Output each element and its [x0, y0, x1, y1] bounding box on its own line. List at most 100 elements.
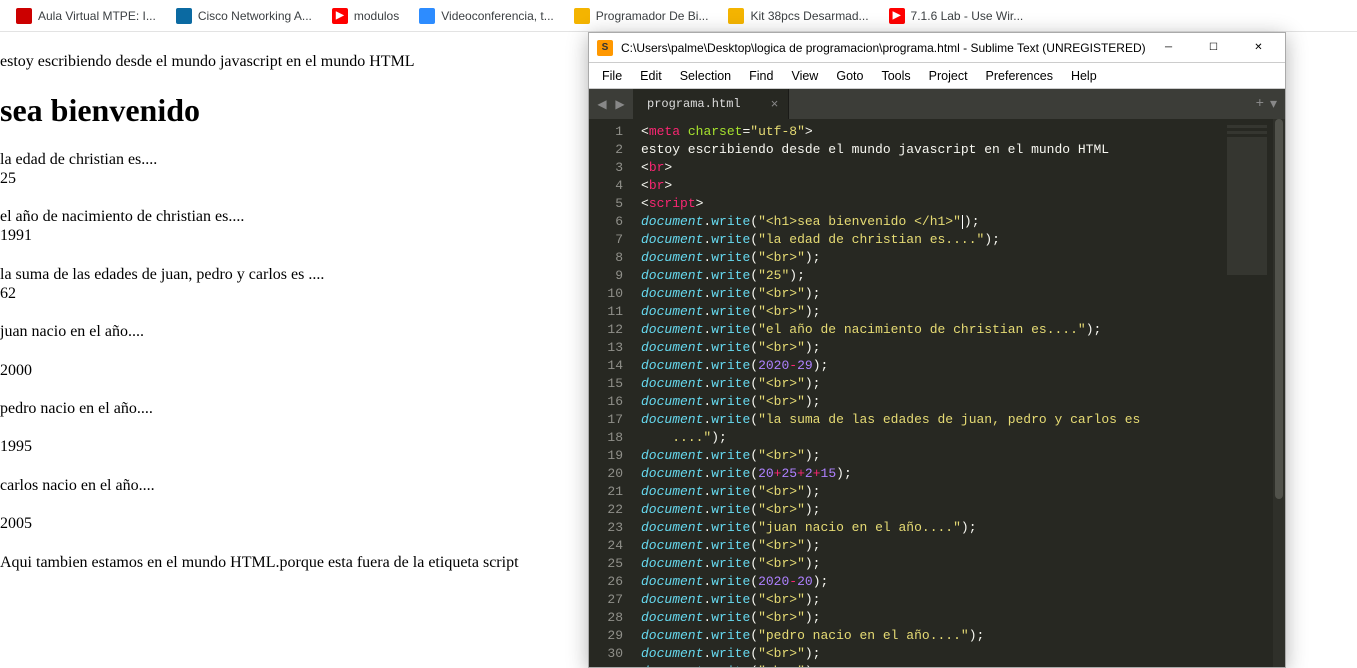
code-line[interactable]: document.write("<br>"); — [641, 375, 1221, 393]
window-minimize-button[interactable]: ─ — [1146, 34, 1191, 62]
sublime-window: S C:\Users\palme\Desktop\logica de progr… — [588, 32, 1286, 668]
bookmark-item[interactable]: Kit 38pcs Desarmad... — [720, 4, 876, 28]
code-line[interactable]: ...."); — [641, 429, 1221, 447]
code-line[interactable]: document.write("el año de nacimiento de … — [641, 321, 1221, 339]
bookmark-favicon — [176, 8, 192, 24]
bookmark-label: Aula Virtual MTPE: I... — [38, 9, 156, 23]
line-number: 19 — [589, 447, 623, 465]
menu-item-goto[interactable]: Goto — [827, 66, 872, 86]
code-line[interactable]: <br> — [641, 159, 1221, 177]
menu-item-find[interactable]: Find — [740, 66, 782, 86]
bookmarks-bar: Aula Virtual MTPE: I... Cisco Networking … — [0, 0, 1357, 32]
menu-item-project[interactable]: Project — [920, 66, 977, 86]
scrollbar[interactable] — [1273, 119, 1285, 667]
bookmark-item[interactable]: Cisco Networking A... — [168, 4, 320, 28]
bookmark-favicon — [419, 8, 435, 24]
code-line[interactable]: document.write("juan nacio en el año....… — [641, 519, 1221, 537]
code-line[interactable]: document.write("<br>"); — [641, 591, 1221, 609]
nav-back-icon[interactable]: ◀ — [593, 94, 611, 114]
tab-bar: ◀ ▶ programa.html × + ▾ — [589, 89, 1285, 119]
tab-add-icon[interactable]: + — [1256, 96, 1264, 113]
code-line[interactable]: document.write("<br>"); — [641, 339, 1221, 357]
menu-item-view[interactable]: View — [782, 66, 827, 86]
code-line[interactable]: <meta charset="utf-8"> — [641, 123, 1221, 141]
window-close-button[interactable]: ✕ — [1236, 34, 1281, 62]
nav-forward-icon[interactable]: ▶ — [611, 94, 629, 114]
code-line[interactable]: document.write("pedro nacio en el año...… — [641, 627, 1221, 645]
bookmark-favicon: ▶ — [332, 8, 348, 24]
code-line[interactable]: document.write("<br>"); — [641, 645, 1221, 663]
code-content[interactable]: <meta charset="utf-8">estoy escribiendo … — [631, 119, 1221, 667]
bookmark-label: Cisco Networking A... — [198, 9, 312, 23]
code-line[interactable]: document.write("<br>"); — [641, 483, 1221, 501]
code-line[interactable]: document.write("<br>"); — [641, 609, 1221, 627]
code-line[interactable]: <br> — [641, 177, 1221, 195]
code-line[interactable]: document.write("<br>"); — [641, 555, 1221, 573]
menu-item-tools[interactable]: Tools — [872, 66, 919, 86]
bookmark-item[interactable]: Videoconferencia, t... — [411, 4, 562, 28]
code-line[interactable]: document.write("<h1>sea bienvenido </h1>… — [641, 213, 1221, 231]
bookmark-item[interactable]: Aula Virtual MTPE: I... — [8, 4, 164, 28]
line-number: 25 — [589, 555, 623, 573]
menu-item-preferences[interactable]: Preferences — [977, 66, 1062, 86]
menu-item-file[interactable]: File — [593, 66, 631, 86]
code-line[interactable]: document.write("<br>"); — [641, 501, 1221, 519]
minimap[interactable] — [1221, 119, 1273, 667]
bookmark-item[interactable]: ▶7.1.6 Lab - Use Wir... — [881, 4, 1032, 28]
tab-dropdown-icon[interactable]: ▾ — [1270, 96, 1277, 113]
menu-item-help[interactable]: Help — [1062, 66, 1106, 86]
line-number: 14 — [589, 357, 623, 375]
line-number: 9 — [589, 267, 623, 285]
line-number: 7 — [589, 231, 623, 249]
code-line[interactable]: document.write(2020-20); — [641, 573, 1221, 591]
menu-item-edit[interactable]: Edit — [631, 66, 671, 86]
code-line[interactable]: document.write("<br>"); — [641, 663, 1221, 667]
bookmark-label: Kit 38pcs Desarmad... — [750, 9, 868, 23]
code-line[interactable]: document.write("la suma de las edades de… — [641, 411, 1221, 429]
scrollbar-thumb[interactable] — [1275, 119, 1283, 499]
line-number: 16 — [589, 393, 623, 411]
tab-label: programa.html — [647, 97, 741, 111]
line-number: 23 — [589, 519, 623, 537]
window-maximize-button[interactable]: ☐ — [1191, 34, 1236, 62]
bookmark-item[interactable]: Programador De Bi... — [566, 4, 717, 28]
line-number: 15 — [589, 375, 623, 393]
sublime-app-icon: S — [597, 40, 613, 56]
line-number: 2 — [589, 141, 623, 159]
bookmark-favicon — [728, 8, 744, 24]
code-line[interactable]: document.write("<br>"); — [641, 249, 1221, 267]
code-line[interactable]: document.write("<br>"); — [641, 447, 1221, 465]
line-number: 1 — [589, 123, 623, 141]
line-numbers: 1234567891011121314151617181920212223242… — [589, 119, 631, 667]
line-number: 21 — [589, 483, 623, 501]
line-number: 24 — [589, 537, 623, 555]
code-line[interactable]: <script> — [641, 195, 1221, 213]
line-number: 26 — [589, 573, 623, 591]
code-line[interactable]: document.write("<br>"); — [641, 393, 1221, 411]
code-line[interactable]: estoy escribiendo desde el mundo javascr… — [641, 141, 1221, 159]
line-number: 29 — [589, 627, 623, 645]
code-line[interactable]: document.write("la edad de christian es.… — [641, 231, 1221, 249]
code-line[interactable]: document.write("<br>"); — [641, 285, 1221, 303]
tab-close-icon[interactable]: × — [771, 97, 779, 112]
menu-item-selection[interactable]: Selection — [671, 66, 740, 86]
line-number: 12 — [589, 321, 623, 339]
line-number: 6 — [589, 213, 623, 231]
editor-area[interactable]: 1234567891011121314151617181920212223242… — [589, 119, 1285, 667]
tab-programa[interactable]: programa.html × — [633, 89, 789, 119]
bookmark-item[interactable]: ▶ modulos — [324, 4, 407, 28]
line-number: 22 — [589, 501, 623, 519]
sublime-titlebar[interactable]: S C:\Users\palme\Desktop\logica de progr… — [589, 33, 1285, 63]
bookmark-favicon — [574, 8, 590, 24]
code-line[interactable]: document.write("25"); — [641, 267, 1221, 285]
line-number: 30 — [589, 645, 623, 663]
code-line[interactable]: document.write("<br>"); — [641, 537, 1221, 555]
line-number: 4 — [589, 177, 623, 195]
line-number: 13 — [589, 339, 623, 357]
bookmark-label: Videoconferencia, t... — [441, 9, 554, 23]
code-line[interactable]: document.write(20+25+2+15); — [641, 465, 1221, 483]
bookmark-label: modulos — [354, 9, 399, 23]
code-line[interactable]: document.write("<br>"); — [641, 303, 1221, 321]
window-title: C:\Users\palme\Desktop\logica de program… — [621, 41, 1146, 55]
code-line[interactable]: document.write(2020-29); — [641, 357, 1221, 375]
